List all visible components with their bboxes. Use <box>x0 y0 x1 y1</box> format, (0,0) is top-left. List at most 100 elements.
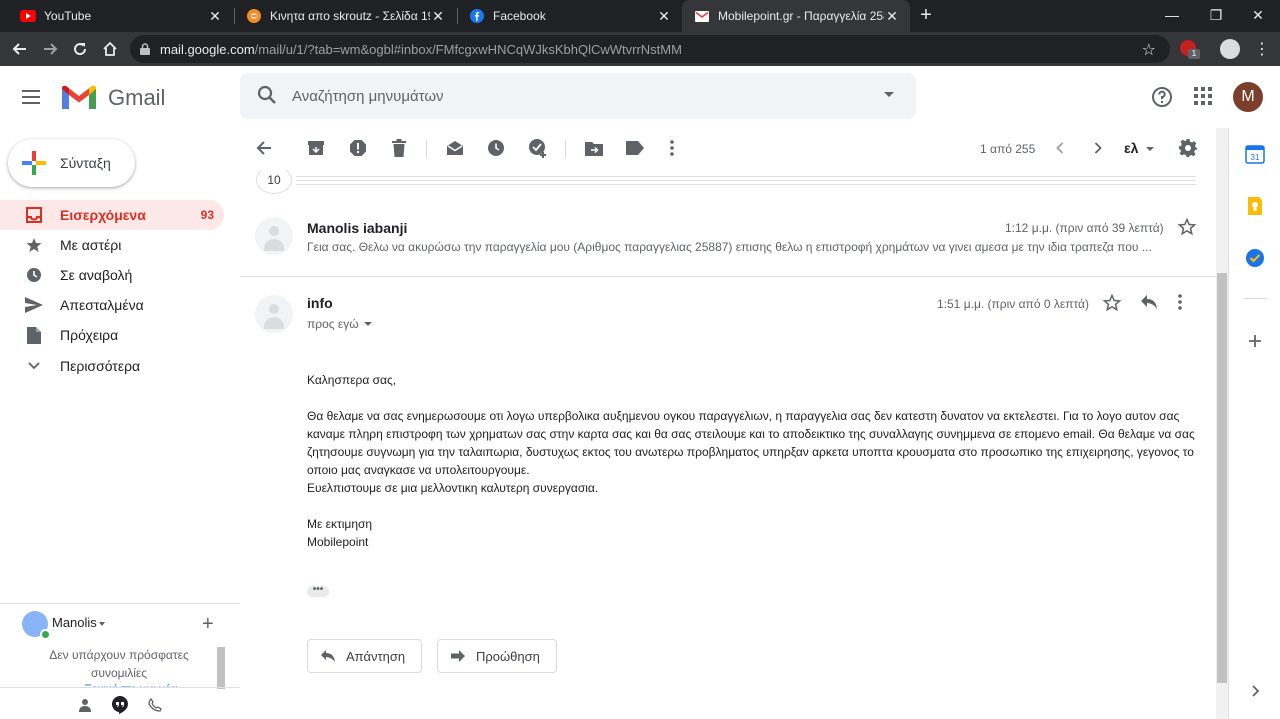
sender-name[interactable]: info <box>307 295 333 311</box>
chevron-down-icon[interactable] <box>364 322 372 326</box>
sidebar-item-starred[interactable]: Με αστέρι <box>0 230 224 260</box>
collapsed-messages[interactable] <box>240 170 1216 190</box>
account-avatar[interactable]: M <box>1233 82 1263 112</box>
search-input[interactable] <box>292 83 852 109</box>
hangouts-scrollbar[interactable] <box>217 647 225 689</box>
chrome-menu-icon[interactable]: ⋮ <box>1254 39 1270 59</box>
tab-gmail[interactable]: Mobilepoint.gr - Παραγγελία 258 ✕ <box>682 0 910 32</box>
more-options-icon[interactable] <box>1178 294 1182 310</box>
message-toolbar: 1 από 255 ελ <box>240 128 1212 170</box>
add-to-tasks-icon[interactable] <box>528 138 548 158</box>
minimize-icon[interactable]: — <box>1150 0 1194 30</box>
older-chevron-right-icon[interactable] <box>1088 138 1108 158</box>
input-language-selector[interactable]: ελ <box>1124 140 1138 156</box>
new-tab-button[interactable]: + <box>915 4 937 26</box>
collapsed-message[interactable]: Manolis iabanji 1:12 μ.μ. (πριν από 39 λ… <box>240 206 1216 276</box>
sidebar-item-label: Σε αναβολή <box>60 267 133 283</box>
online-status-dot <box>40 629 51 640</box>
message-closing-line: Ευελπιστουμε σε μια μελλοντικη καλυτερη … <box>307 481 599 495</box>
reply-button[interactable]: Απάντηση <box>307 639 423 673</box>
bookmark-star-icon[interactable]: ☆ <box>1142 40 1156 60</box>
show-trimmed-content-button[interactable]: ••• <box>307 585 329 597</box>
more-options-icon[interactable] <box>662 138 682 158</box>
google-apps-icon[interactable] <box>1193 86 1213 106</box>
sidebar-item-more[interactable]: Περισσότερα <box>0 351 224 381</box>
url-domain: mail.google.com <box>160 41 255 57</box>
archive-icon[interactable] <box>306 138 326 158</box>
sidebar-item-label: Εισερχόμενα <box>60 207 146 223</box>
scrollbar-thumb[interactable] <box>1217 273 1227 683</box>
main-menu-icon[interactable] <box>22 86 44 108</box>
back-to-inbox-icon[interactable] <box>254 138 274 158</box>
newer-chevron-left-icon[interactable] <box>1050 138 1070 158</box>
settings-gear-icon[interactable] <box>1178 138 1198 158</box>
search-options-caret-icon[interactable] <box>884 92 894 97</box>
message-snippet: Γεια σας. Θελω να ακυρώσω την παραγγελία… <box>307 240 1152 254</box>
conversation-view: 10 Manolis iabanji 1:12 μ.μ. (πριν από 3… <box>240 170 1216 719</box>
message-signoff: Με εκτιμηση <box>307 517 373 531</box>
search-bar[interactable] <box>240 73 916 119</box>
main-scrollbar[interactable] <box>1216 128 1228 719</box>
hangouts-empty-text: Δεν υπάρχουν πρόσφατες συνομιλίες <box>49 648 189 680</box>
help-icon[interactable] <box>1150 85 1174 109</box>
reload-icon[interactable] <box>68 37 92 61</box>
snooze-clock-icon[interactable] <box>486 138 506 158</box>
reply-icon <box>320 649 336 663</box>
chevron-down-icon[interactable] <box>99 622 105 626</box>
get-addons-plus-icon[interactable] <box>1245 331 1265 351</box>
forward-icon <box>450 649 466 663</box>
sidebar-item-drafts[interactable]: Πρόχειρα <box>0 320 224 350</box>
restore-icon[interactable]: ❐ <box>1194 0 1238 30</box>
report-spam-icon[interactable] <box>348 138 368 158</box>
hangouts-user-name[interactable]: Manolis <box>52 615 97 630</box>
close-icon[interactable]: ✕ <box>884 8 900 24</box>
forward-arrow-icon[interactable] <box>38 37 62 61</box>
reply-icon[interactable] <box>1140 294 1158 310</box>
recipient-details[interactable]: προς εγώ <box>307 317 359 331</box>
chrome-profile-icon[interactable] <box>1220 39 1240 59</box>
contacts-icon[interactable] <box>76 696 94 714</box>
home-icon[interactable] <box>98 37 122 61</box>
phone-icon[interactable] <box>146 696 164 714</box>
send-icon <box>24 295 44 315</box>
address-bar[interactable]: mail.google.com/mail/u/1/?tab=wm&ogbl#in… <box>130 35 1170 63</box>
sidebar-item-inbox[interactable]: Εισερχόμενα 93 <box>0 200 224 230</box>
compose-label: Σύνταξη <box>60 155 111 171</box>
close-icon[interactable]: ✕ <box>430 8 446 24</box>
sidebar-item-label: Περισσότερα <box>60 358 141 374</box>
sidebar-item-sent[interactable]: Απεσταλμένα <box>0 290 224 320</box>
sidebar-item-snoozed[interactable]: Σε αναβολή <box>0 260 224 290</box>
lock-icon <box>140 43 150 55</box>
chevron-down-icon[interactable] <box>1146 147 1154 151</box>
tab-youtube[interactable]: YouTube ✕ <box>8 0 233 32</box>
close-icon[interactable]: ✕ <box>207 8 223 24</box>
divider <box>0 603 240 604</box>
collapsed-count-badge[interactable]: 10 <box>256 170 292 194</box>
keep-icon[interactable] <box>1245 196 1265 216</box>
compose-button[interactable]: Σύνταξη <box>8 139 135 187</box>
tasks-icon[interactable] <box>1245 248 1265 268</box>
back-arrow-icon[interactable] <box>8 37 32 61</box>
browser-tab-bar: YouTube ✕ Κινητα απο skroutz - Σελίδα 19… <box>0 0 1280 32</box>
forward-button[interactable]: Προώθηση <box>437 639 557 673</box>
mark-unread-icon[interactable] <box>445 138 465 158</box>
search-icon[interactable] <box>256 84 278 106</box>
expand-panel-chevron-right-icon[interactable] <box>1245 681 1265 701</box>
move-to-icon[interactable] <box>584 138 604 158</box>
divider <box>1243 298 1267 299</box>
window-close-icon[interactable]: ✕ <box>1236 0 1280 30</box>
close-icon[interactable]: ✕ <box>656 8 672 24</box>
calendar-icon[interactable]: 31 <box>1245 144 1265 164</box>
toolbar-divider <box>565 140 566 158</box>
gmail-logo-icon[interactable] <box>62 85 96 109</box>
message-body: Καλησπερα σας, Θα θελαμε να σας ενημερωσ… <box>307 371 1197 551</box>
hangouts-chat-icon[interactable] <box>111 696 129 714</box>
new-conversation-plus-icon[interactable]: + <box>202 613 214 636</box>
tab-facebook[interactable]: Facebook ✕ <box>457 0 682 32</box>
label-icon[interactable] <box>625 138 645 158</box>
tab-skroutz[interactable]: Κινητα απο skroutz - Σελίδα 190 ✕ <box>234 0 456 32</box>
star-icon[interactable] <box>1103 294 1121 312</box>
star-icon[interactable] <box>1178 218 1196 236</box>
sender-name: Manolis iabanji <box>307 220 408 236</box>
delete-icon[interactable] <box>389 138 409 158</box>
